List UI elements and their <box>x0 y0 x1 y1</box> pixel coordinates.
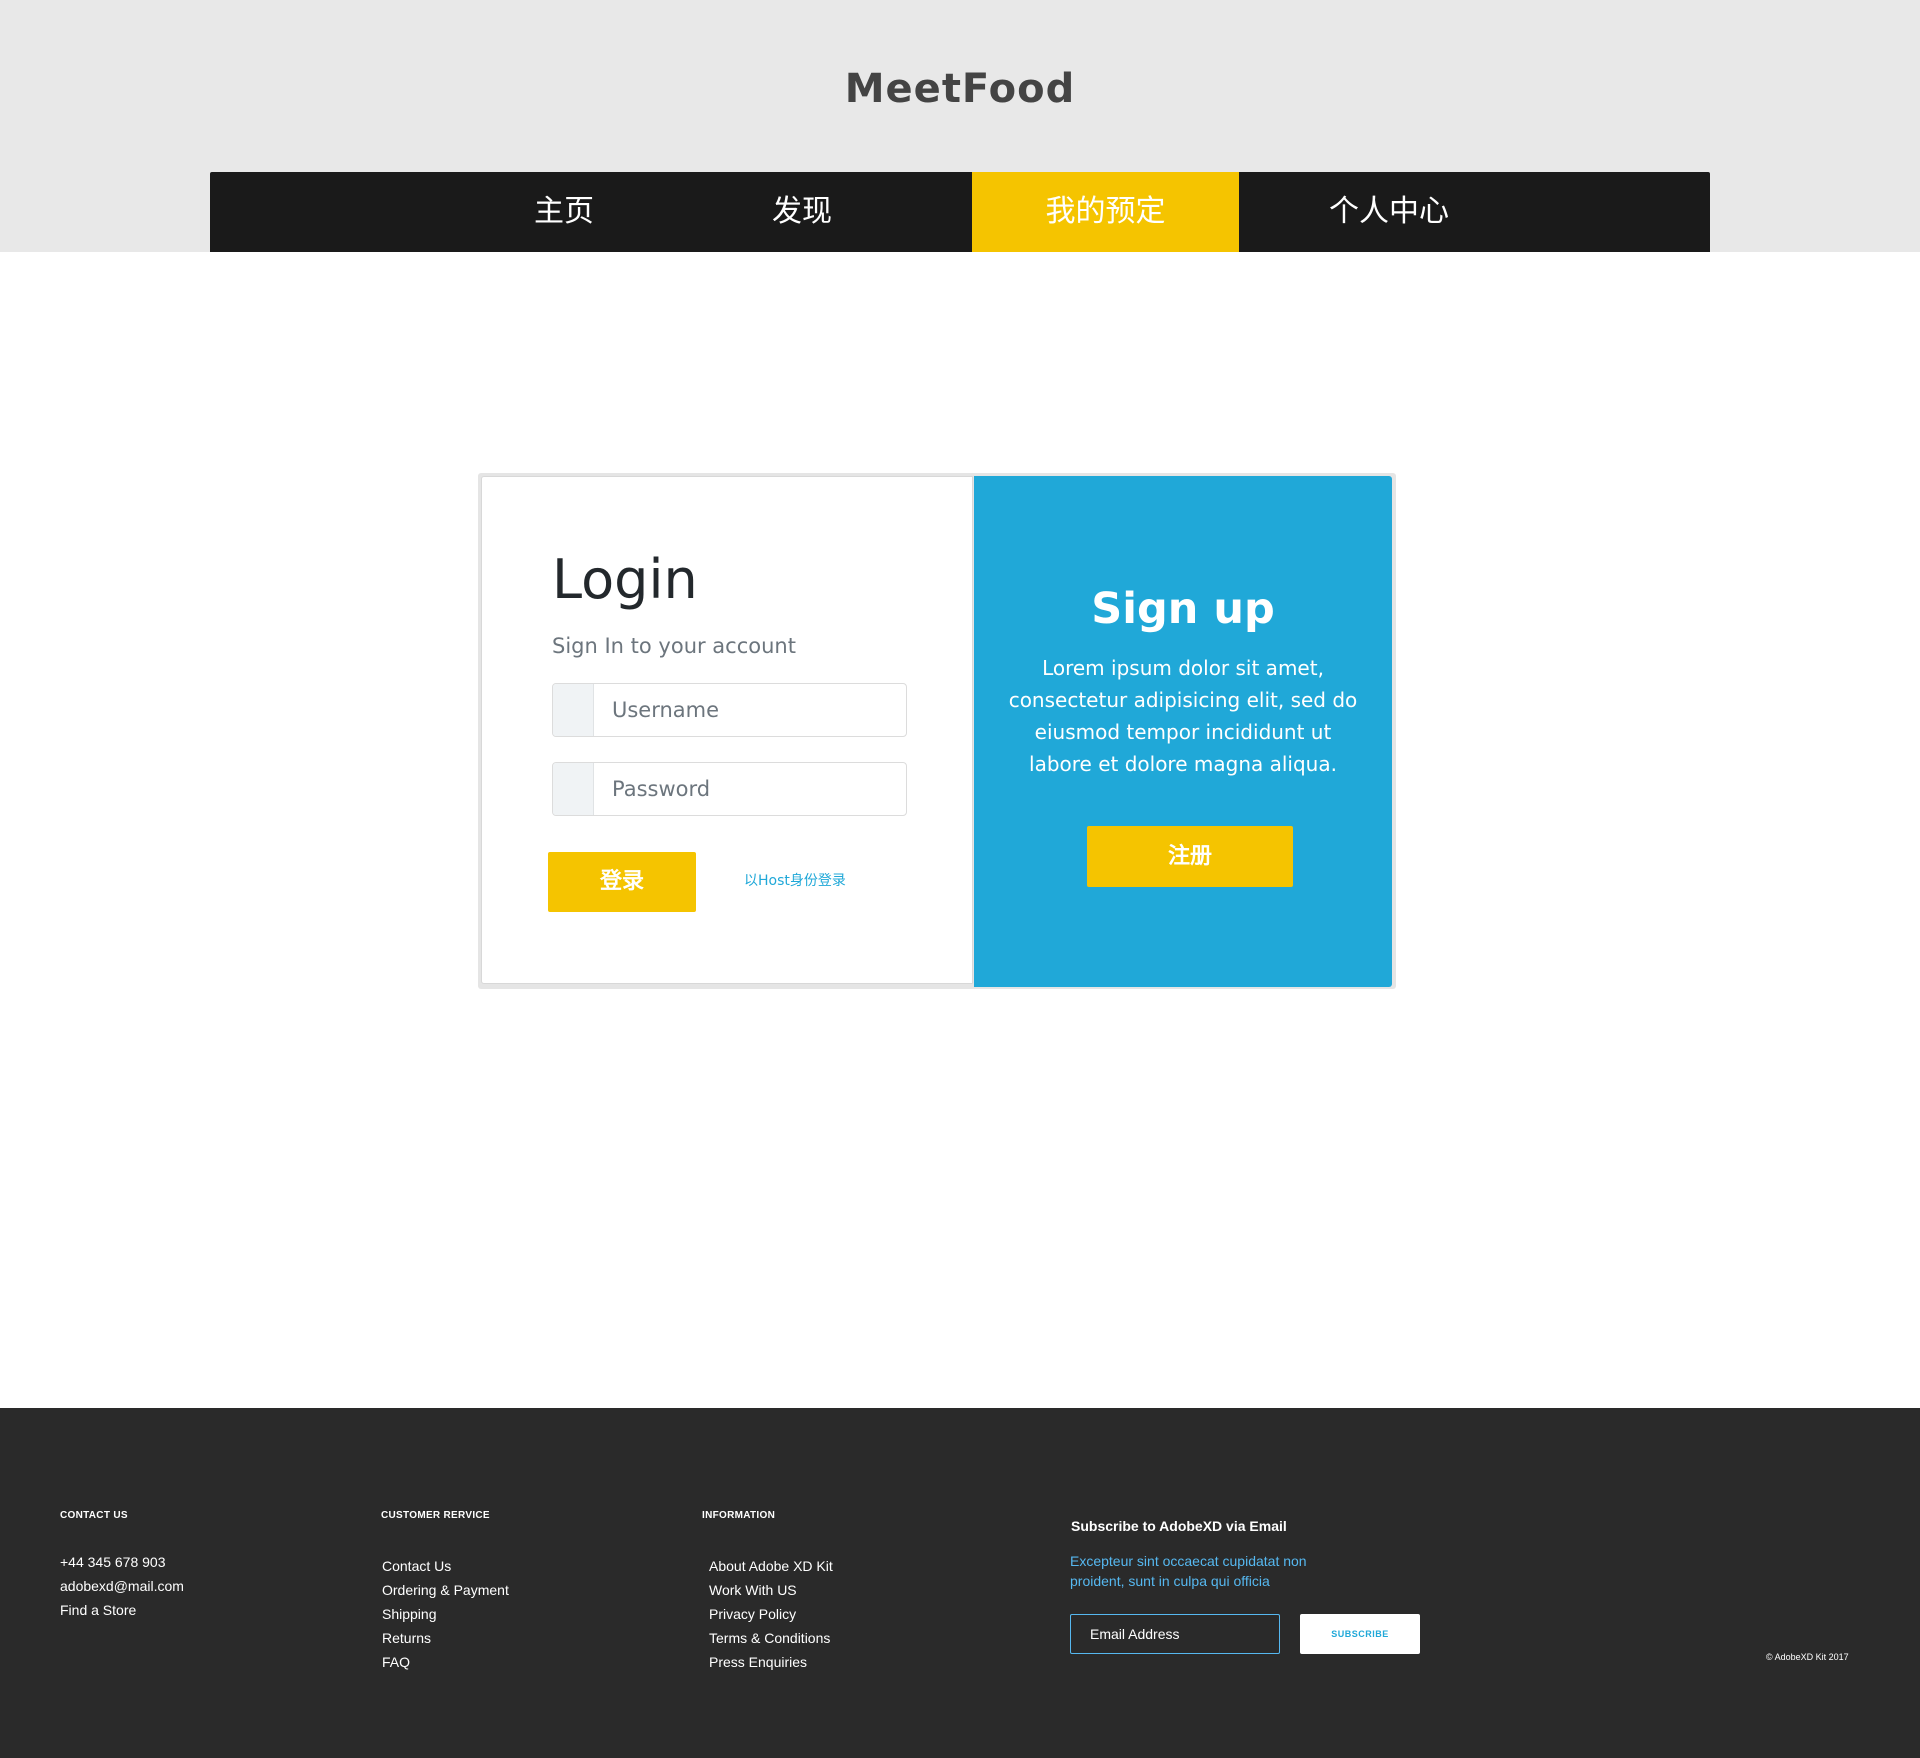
signup-panel: Sign up Lorem ipsum dolor sit amet, cons… <box>974 476 1392 987</box>
nav-item-my-reservations[interactable]: 我的预定 <box>972 172 1239 252</box>
footer-link-ordering-payment[interactable]: Ordering & Payment <box>382 1578 509 1602</box>
information-list: About Adobe XD Kit Work With US Privacy … <box>709 1554 833 1674</box>
brand-logo[interactable]: MeetFood <box>0 66 1920 112</box>
login-panel: Login Sign In to your account 登录 以Host身份… <box>481 476 973 984</box>
subscribe-heading: Subscribe to AdobeXD via Email <box>1071 1518 1287 1534</box>
footer-link-shipping[interactable]: Shipping <box>382 1602 509 1626</box>
user-icon <box>553 684 594 736</box>
subscribe-text: Excepteur sint occaecat cupidatat non pr… <box>1070 1553 1307 1589</box>
customer-service-heading: CUSTOMER RERVICE <box>381 1510 490 1521</box>
site-header: MeetFood 主页 发现 我的预定 个人中心 <box>0 0 1920 252</box>
information-heading: INFORMATION <box>702 1510 776 1521</box>
email-input[interactable] <box>1070 1614 1280 1654</box>
contact-phone: +44 345 678 903 <box>60 1554 166 1570</box>
signup-description: Lorem ipsum dolor sit amet, consectetur … <box>1008 656 1358 776</box>
host-login-link[interactable]: 以Host身份登录 <box>744 870 846 890</box>
contact-email: adobexd@mail.com <box>60 1578 184 1594</box>
footer-link-returns[interactable]: Returns <box>382 1626 509 1650</box>
footer-link-about[interactable]: About Adobe XD Kit <box>709 1554 833 1578</box>
main-nav: 主页 发现 我的预定 个人中心 <box>210 172 1710 252</box>
auth-card: Login Sign In to your account 登录 以Host身份… <box>478 473 1396 989</box>
username-input[interactable] <box>594 684 906 736</box>
customer-service-list: Contact Us Ordering & Payment Shipping R… <box>382 1554 509 1674</box>
username-input-group <box>552 683 907 737</box>
signup-title: Sign up <box>1091 584 1275 634</box>
lock-icon <box>553 763 594 815</box>
footer-link-contact-us[interactable]: Contact Us <box>382 1554 509 1578</box>
nav-item-profile[interactable]: 个人中心 <box>1239 172 1539 252</box>
footer-link-faq[interactable]: FAQ <box>382 1650 509 1674</box>
find-store-link[interactable]: Find a Store <box>60 1598 184 1622</box>
subscribe-button[interactable]: SUBSCRIBE <box>1300 1614 1420 1654</box>
site-footer: CONTACT US +44 345 678 903 adobexd@mail.… <box>0 1408 1920 1758</box>
contact-list: +44 345 678 903 adobexd@mail.com Find a … <box>60 1550 184 1622</box>
contact-heading: CONTACT US <box>60 1510 128 1521</box>
copyright: © AdobeXD Kit 2017 <box>1766 1652 1849 1662</box>
nav-item-home[interactable]: 主页 <box>450 172 678 252</box>
login-subtitle: Sign In to your account <box>552 634 796 658</box>
signup-button[interactable]: 注册 <box>1087 826 1293 887</box>
password-input-group <box>552 762 907 816</box>
footer-link-privacy[interactable]: Privacy Policy <box>709 1602 833 1626</box>
nav-item-discover[interactable]: 发现 <box>688 172 916 252</box>
footer-link-press[interactable]: Press Enquiries <box>709 1650 833 1674</box>
footer-link-terms[interactable]: Terms & Conditions <box>709 1626 833 1650</box>
login-button[interactable]: 登录 <box>548 852 696 912</box>
footer-link-work-with-us[interactable]: Work With US <box>709 1578 833 1602</box>
password-input[interactable] <box>594 763 906 815</box>
login-title: Login <box>552 548 698 611</box>
